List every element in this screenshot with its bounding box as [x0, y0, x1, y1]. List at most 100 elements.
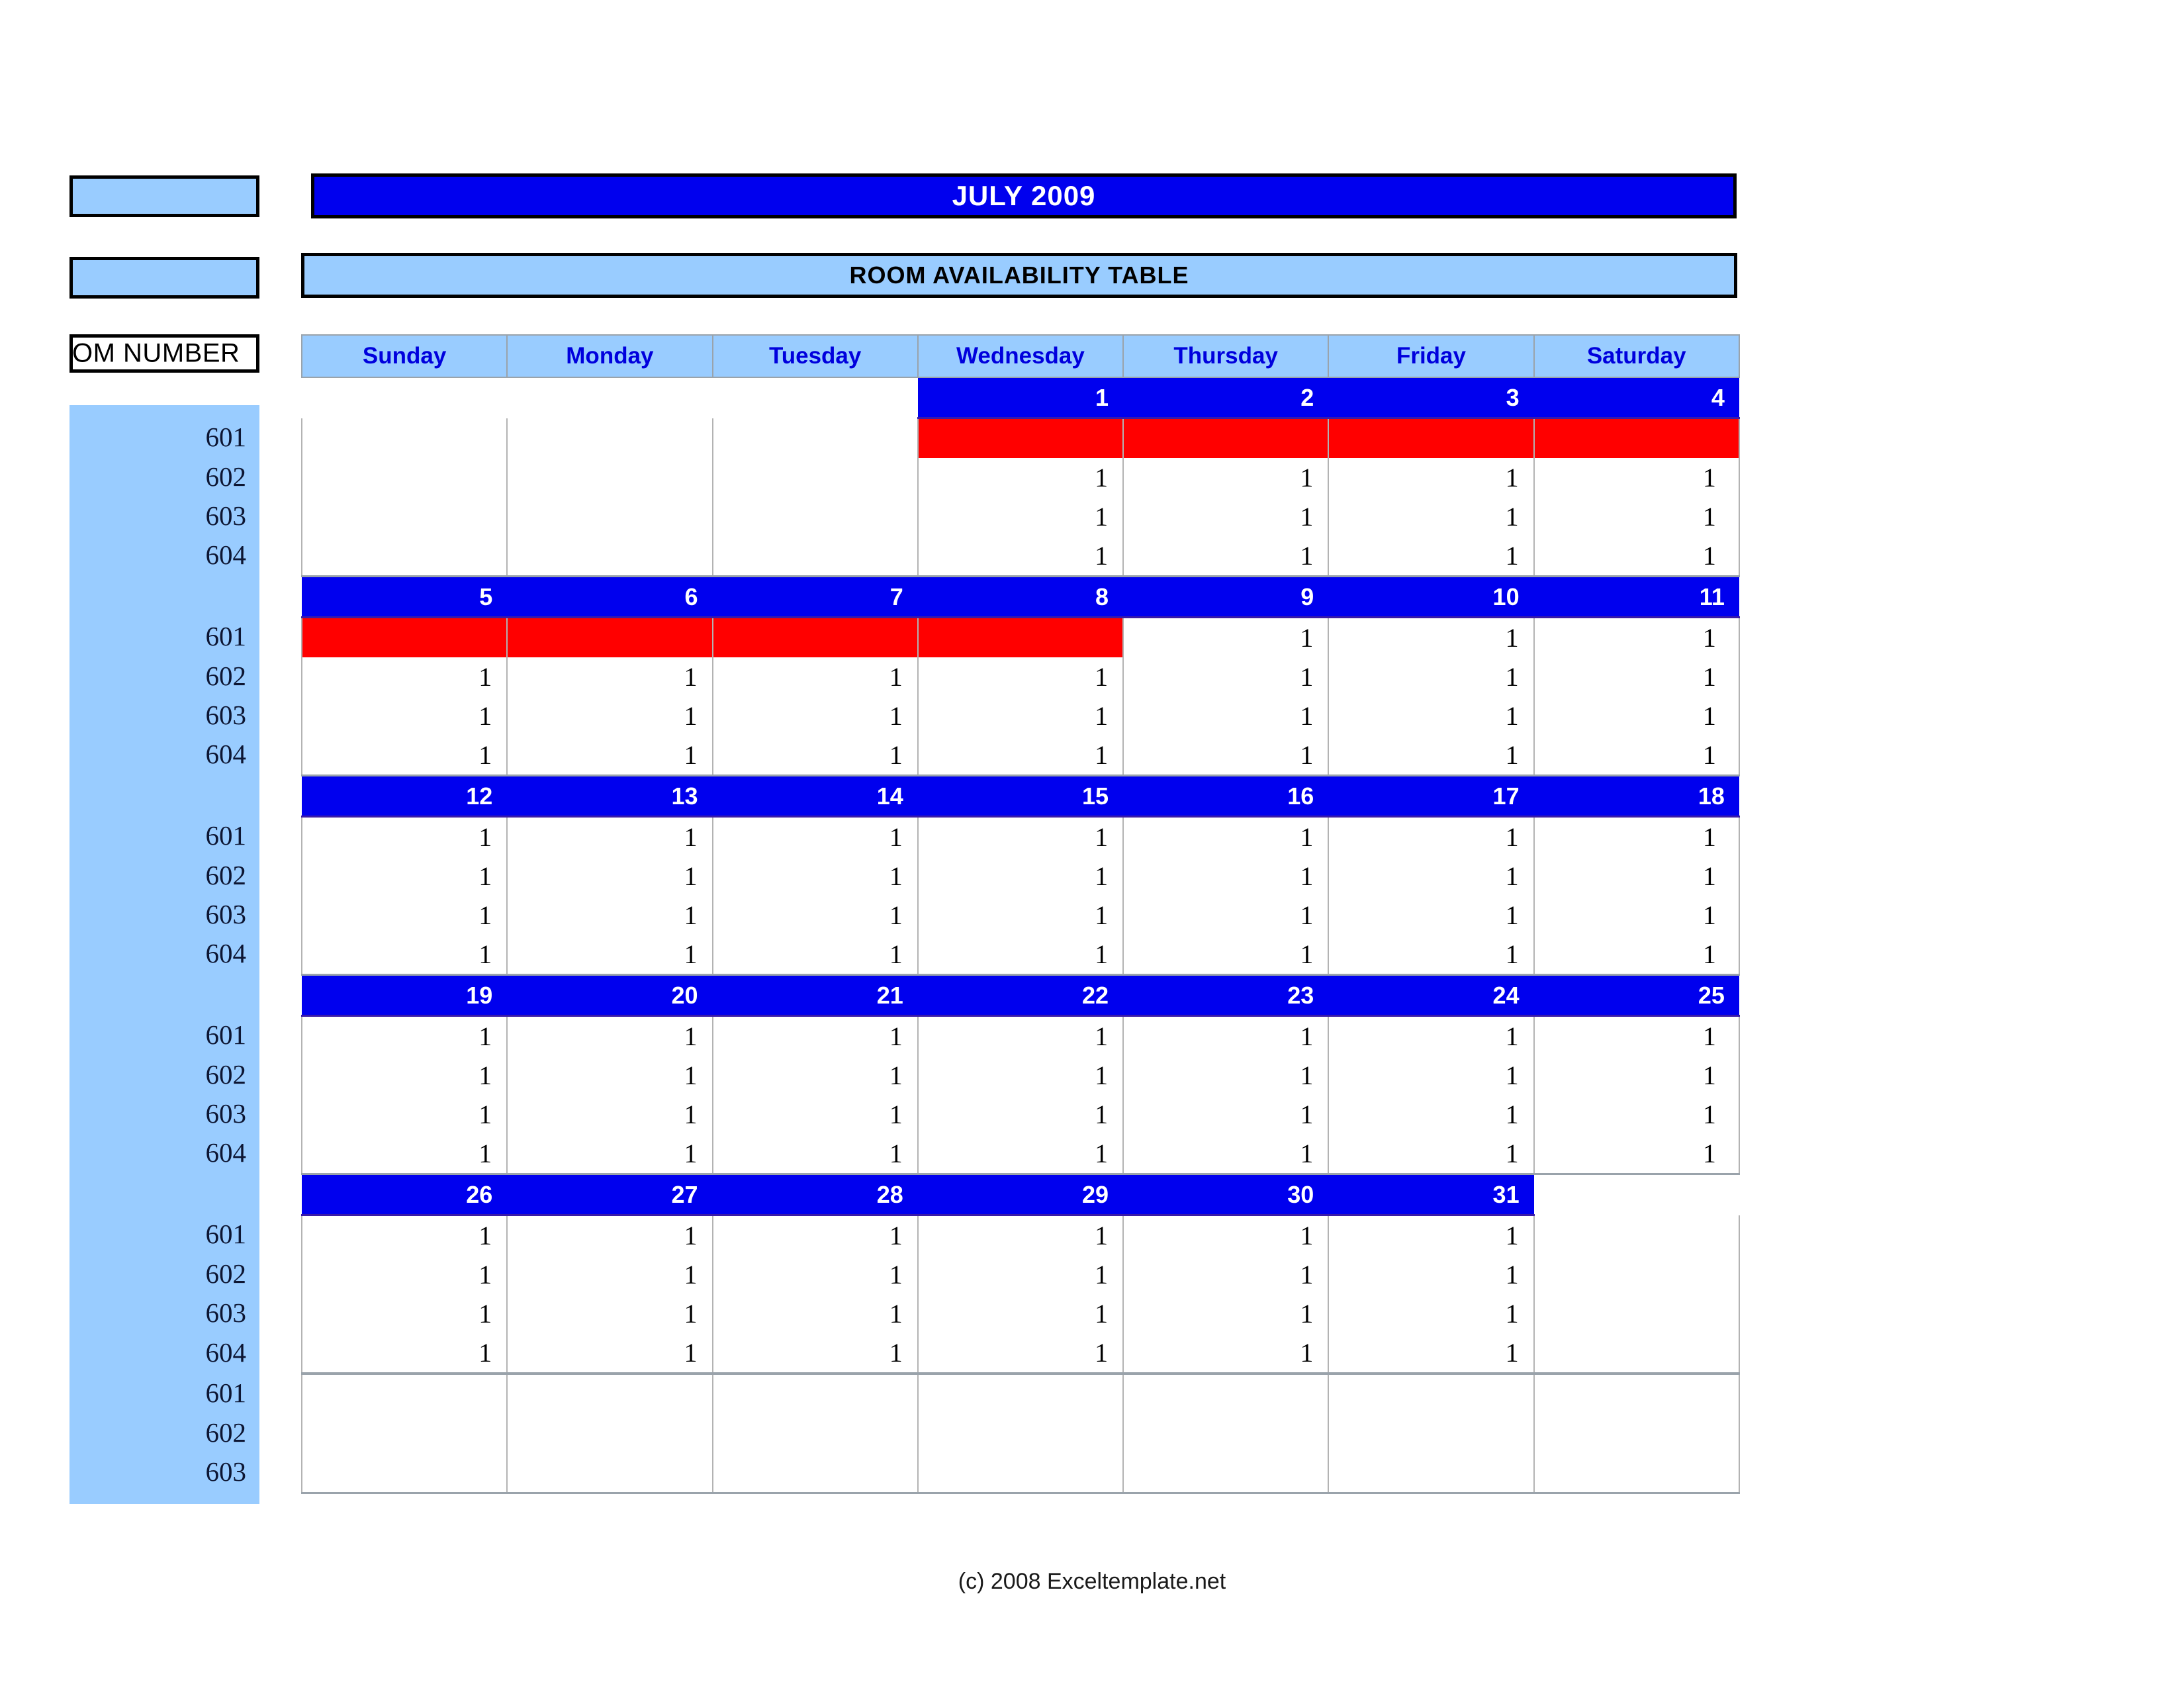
- availability-cell[interactable]: [1328, 1414, 1535, 1453]
- availability-cell[interactable]: 1: [917, 1015, 1124, 1056]
- availability-cell[interactable]: 1: [300, 816, 508, 857]
- availability-cell[interactable]: 1: [1122, 935, 1330, 976]
- availability-cell[interactable]: 1: [1122, 1333, 1330, 1375]
- availability-cell[interactable]: 1: [917, 735, 1124, 776]
- availability-cell[interactable]: 1: [917, 1134, 1124, 1175]
- availability-cell[interactable]: 1: [1122, 816, 1330, 857]
- availability-cell[interactable]: 1: [917, 935, 1124, 976]
- availability-cell-occupied[interactable]: [1328, 418, 1535, 458]
- availability-cell[interactable]: 1: [1328, 935, 1535, 976]
- availability-cell[interactable]: 1: [300, 1294, 508, 1333]
- availability-cell[interactable]: 1: [300, 657, 508, 696]
- availability-cell[interactable]: 1: [506, 1056, 713, 1095]
- availability-cell[interactable]: 1: [300, 857, 508, 896]
- availability-cell[interactable]: 1: [1122, 1056, 1330, 1095]
- availability-cell[interactable]: 1: [711, 1215, 919, 1255]
- availability-cell[interactable]: 1: [300, 896, 508, 935]
- availability-cell[interactable]: 1: [1328, 896, 1535, 935]
- availability-cell[interactable]: [300, 418, 508, 458]
- availability-cell[interactable]: 1: [1122, 458, 1330, 497]
- availability-cell[interactable]: 1: [1328, 657, 1535, 696]
- availability-cell-occupied[interactable]: [1533, 418, 1740, 458]
- availability-cell[interactable]: [917, 1414, 1124, 1453]
- availability-cell[interactable]: [1533, 1414, 1740, 1453]
- availability-cell[interactable]: [506, 536, 713, 577]
- availability-cell[interactable]: [1533, 1372, 1740, 1414]
- availability-cell[interactable]: 1: [711, 857, 919, 896]
- side-box-empty-1[interactable]: [69, 175, 259, 217]
- availability-cell[interactable]: [1533, 1453, 1740, 1494]
- availability-cell[interactable]: 1: [1533, 497, 1740, 536]
- availability-cell[interactable]: 1: [300, 1056, 508, 1095]
- availability-cell[interactable]: 1: [1122, 1215, 1330, 1255]
- availability-cell[interactable]: 1: [711, 896, 919, 935]
- availability-cell[interactable]: 1: [1328, 1095, 1535, 1134]
- availability-cell[interactable]: 1: [1533, 816, 1740, 857]
- availability-cell[interactable]: 1: [1122, 896, 1330, 935]
- availability-cell[interactable]: 1: [711, 935, 919, 976]
- availability-cell[interactable]: [1533, 1215, 1740, 1255]
- availability-cell[interactable]: [506, 1414, 713, 1453]
- availability-cell[interactable]: 1: [506, 1294, 713, 1333]
- availability-cell[interactable]: 1: [1328, 617, 1535, 657]
- availability-cell[interactable]: 1: [506, 1215, 713, 1255]
- availability-cell[interactable]: [1533, 1294, 1740, 1333]
- availability-cell[interactable]: 1: [917, 857, 1124, 896]
- availability-cell[interactable]: [711, 497, 919, 536]
- availability-cell[interactable]: 1: [1533, 1134, 1740, 1175]
- availability-cell[interactable]: 1: [506, 1134, 713, 1175]
- availability-cell[interactable]: 1: [506, 1015, 713, 1056]
- availability-cell[interactable]: 1: [917, 1095, 1124, 1134]
- availability-cell[interactable]: 1: [917, 896, 1124, 935]
- availability-cell[interactable]: 1: [506, 1095, 713, 1134]
- availability-cell[interactable]: 1: [711, 1294, 919, 1333]
- availability-cell[interactable]: 1: [1328, 1255, 1535, 1294]
- availability-cell[interactable]: 1: [917, 657, 1124, 696]
- availability-cell[interactable]: 1: [506, 696, 713, 735]
- availability-cell[interactable]: 1: [1328, 458, 1535, 497]
- availability-cell-occupied[interactable]: [711, 617, 919, 657]
- availability-cell[interactable]: [506, 458, 713, 497]
- availability-cell[interactable]: 1: [1122, 1095, 1330, 1134]
- availability-cell[interactable]: 1: [1533, 657, 1740, 696]
- availability-cell[interactable]: 1: [1122, 857, 1330, 896]
- availability-cell[interactable]: 1: [1328, 1215, 1535, 1255]
- availability-cell[interactable]: 1: [1122, 1294, 1330, 1333]
- availability-cell[interactable]: [711, 1453, 919, 1494]
- availability-cell[interactable]: [1328, 1372, 1535, 1414]
- availability-cell[interactable]: 1: [711, 1056, 919, 1095]
- availability-cell[interactable]: 1: [300, 1333, 508, 1375]
- availability-cell[interactable]: 1: [711, 657, 919, 696]
- availability-cell[interactable]: [711, 1372, 919, 1414]
- availability-cell[interactable]: [1533, 1333, 1740, 1375]
- availability-cell[interactable]: 1: [300, 696, 508, 735]
- availability-cell[interactable]: 1: [300, 935, 508, 976]
- availability-cell[interactable]: 1: [506, 816, 713, 857]
- availability-cell[interactable]: 1: [1533, 857, 1740, 896]
- availability-cell-occupied[interactable]: [917, 617, 1124, 657]
- availability-cell[interactable]: 1: [300, 1255, 508, 1294]
- availability-cell[interactable]: [506, 1372, 713, 1414]
- availability-cell[interactable]: 1: [917, 696, 1124, 735]
- availability-cell[interactable]: 1: [1122, 617, 1330, 657]
- availability-cell-occupied[interactable]: [506, 617, 713, 657]
- availability-cell[interactable]: 1: [1122, 497, 1330, 536]
- side-box-empty-2[interactable]: [69, 257, 259, 299]
- availability-cell[interactable]: [711, 418, 919, 458]
- availability-cell[interactable]: 1: [917, 816, 1124, 857]
- availability-cell[interactable]: [1328, 1453, 1535, 1494]
- availability-cell[interactable]: 1: [711, 1015, 919, 1056]
- availability-cell[interactable]: 1: [711, 696, 919, 735]
- availability-cell[interactable]: 1: [1328, 536, 1535, 577]
- availability-cell[interactable]: 1: [1533, 935, 1740, 976]
- availability-cell[interactable]: [917, 1372, 1124, 1414]
- availability-cell[interactable]: 1: [917, 458, 1124, 497]
- availability-cell[interactable]: 1: [1533, 1015, 1740, 1056]
- availability-cell-occupied[interactable]: [1122, 418, 1330, 458]
- availability-cell[interactable]: 1: [506, 935, 713, 976]
- availability-cell[interactable]: 1: [917, 1333, 1124, 1375]
- availability-cell[interactable]: 1: [917, 1255, 1124, 1294]
- availability-cell[interactable]: [711, 536, 919, 577]
- availability-cell[interactable]: 1: [711, 1095, 919, 1134]
- availability-cell[interactable]: 1: [506, 1333, 713, 1375]
